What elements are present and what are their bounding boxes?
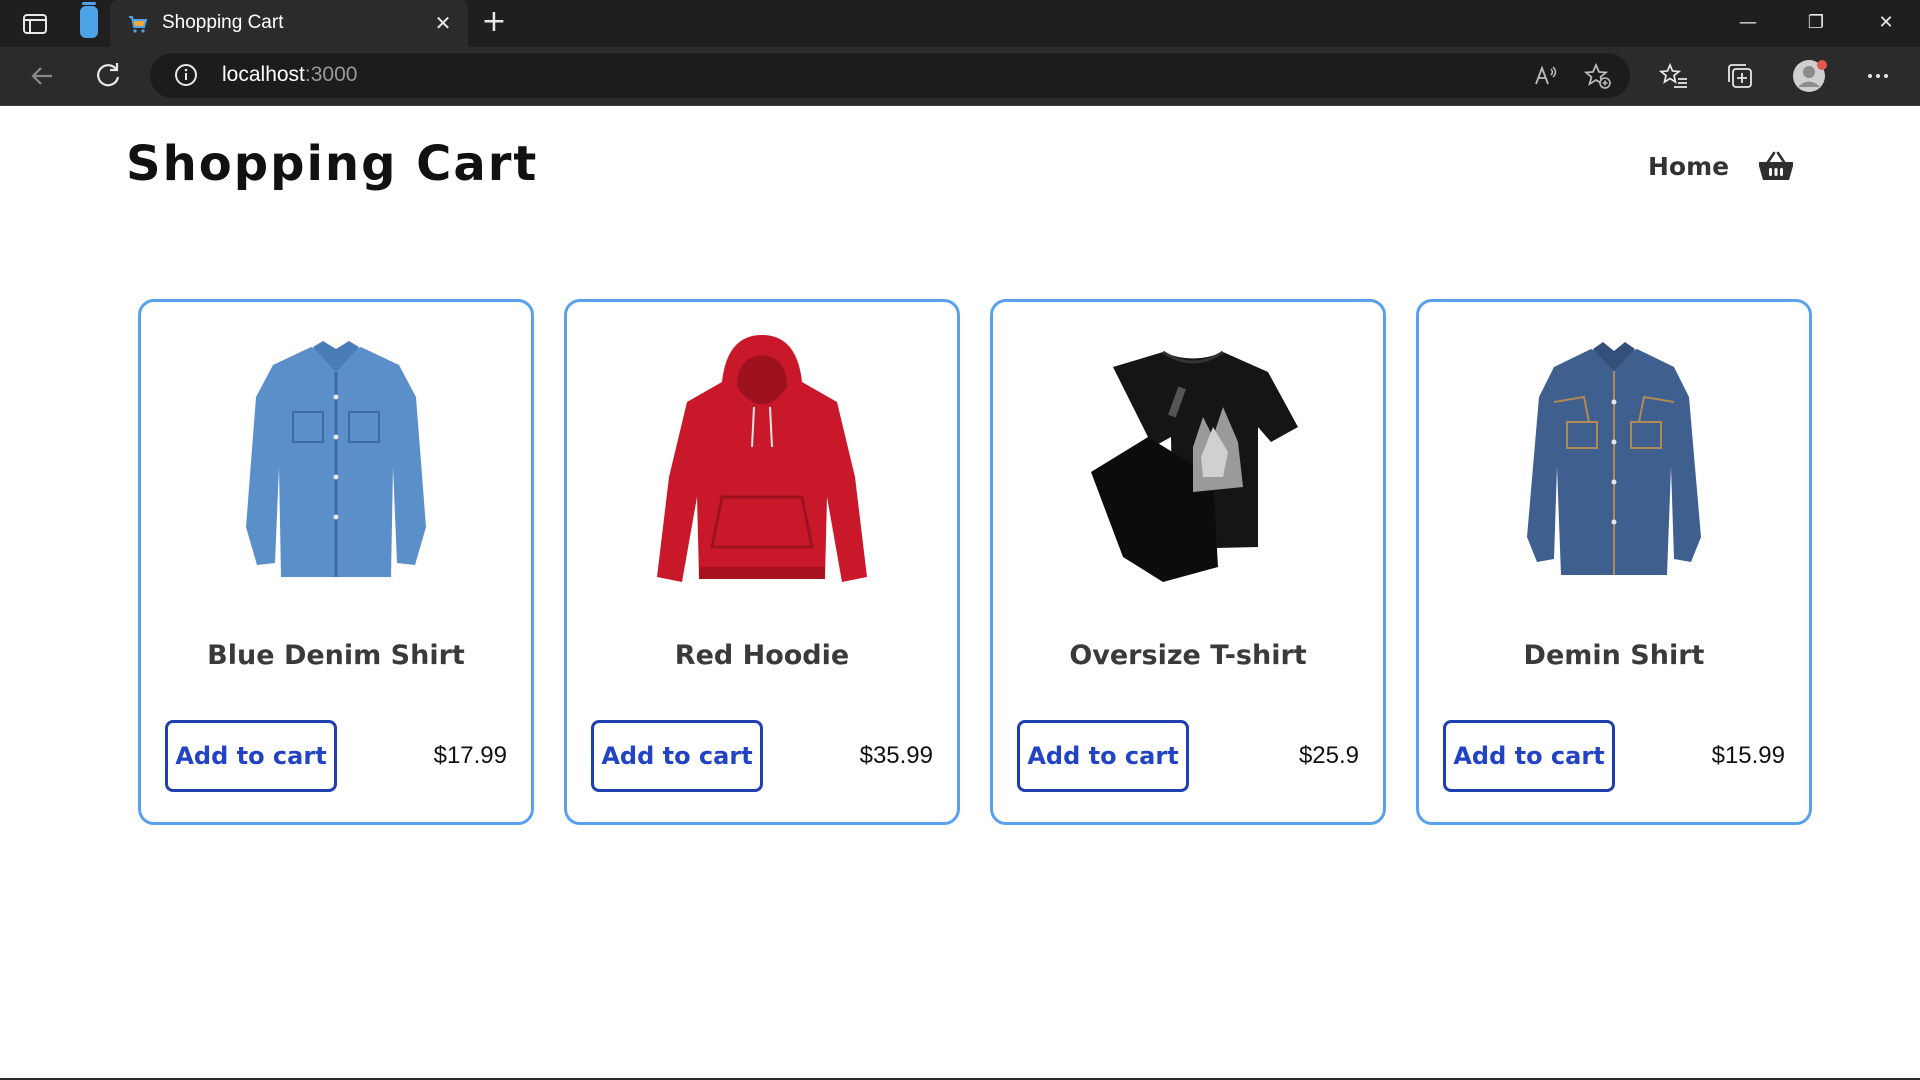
- address-url[interactable]: localhost:3000: [222, 63, 357, 87]
- product-card: Oversize T-shirt Add to cart $25.9: [990, 299, 1386, 825]
- product-card: Demin Shirt Add to cart $15.99: [1416, 299, 1812, 825]
- workspaces-icon[interactable]: [80, 2, 98, 38]
- page-content: Shopping Cart Home Blue Denim Shirt Add …: [0, 106, 1920, 1080]
- favorites-icon[interactable]: [1658, 60, 1690, 92]
- product-price: $15.99: [1711, 742, 1785, 769]
- tab-close-icon[interactable]: ✕: [432, 12, 454, 34]
- collections-icon[interactable]: [1724, 60, 1756, 92]
- url-port: :3000: [304, 63, 358, 86]
- add-to-cart-button[interactable]: Add to cart: [1443, 720, 1615, 792]
- cart-favicon-icon: [129, 16, 148, 33]
- product-card: Blue Denim Shirt Add to cart $17.99: [138, 299, 534, 825]
- nav-home-link[interactable]: Home: [1648, 152, 1729, 181]
- tab-actions-icon[interactable]: [20, 12, 50, 36]
- product-price: $35.99: [859, 742, 933, 769]
- product-card: Red Hoodie Add to cart $35.99: [564, 299, 960, 825]
- tab-shopping-cart[interactable]: Shopping Cart ✕: [110, 0, 468, 47]
- window-close-icon[interactable]: ✕: [1852, 0, 1920, 47]
- restore-icon[interactable]: ❐: [1782, 0, 1850, 47]
- browser-toolbar: localhost:3000: [0, 47, 1920, 106]
- product-name: Demin Shirt: [1523, 640, 1705, 671]
- product-name: Red Hoodie: [674, 640, 850, 671]
- read-aloud-icon[interactable]: [1530, 61, 1560, 91]
- add-favorite-icon[interactable]: [1583, 61, 1613, 91]
- product-price: $25.9: [1298, 742, 1359, 769]
- red-hoodie-image: [657, 335, 867, 582]
- basket-icon[interactable]: [1758, 150, 1794, 182]
- new-tab-plus-icon[interactable]: +: [480, 7, 508, 37]
- profile-avatar[interactable]: [1792, 58, 1828, 94]
- product-price: $17.99: [433, 742, 507, 769]
- add-to-cart-button[interactable]: Add to cart: [165, 720, 337, 792]
- add-to-cart-button[interactable]: Add to cart: [1017, 720, 1189, 792]
- address-bar[interactable]: localhost:3000: [150, 53, 1630, 98]
- minimize-icon[interactable]: —: [1714, 0, 1782, 47]
- url-host: localhost: [222, 63, 305, 86]
- add-to-cart-button[interactable]: Add to cart: [591, 720, 763, 792]
- black-tshirt-image: [1091, 350, 1298, 582]
- dark-denim-shirt-image: [1527, 342, 1701, 575]
- refresh-icon[interactable]: [92, 60, 124, 92]
- product-name: Oversize T-shirt: [1069, 640, 1307, 671]
- denim-shirt-image: [246, 341, 426, 577]
- more-icon[interactable]: [1862, 60, 1894, 92]
- tab-title: Shopping Cart: [162, 12, 284, 33]
- info-icon[interactable]: [174, 63, 198, 87]
- product-grid: Blue Denim Shirt Add to cart $17.99 Red …: [138, 299, 1813, 829]
- back-icon[interactable]: [26, 60, 58, 92]
- browser-tabbar: Shopping Cart ✕ + — ❐ ✕: [0, 0, 1920, 47]
- page-title: Shopping Cart: [126, 136, 539, 192]
- product-name: Blue Denim Shirt: [207, 640, 465, 671]
